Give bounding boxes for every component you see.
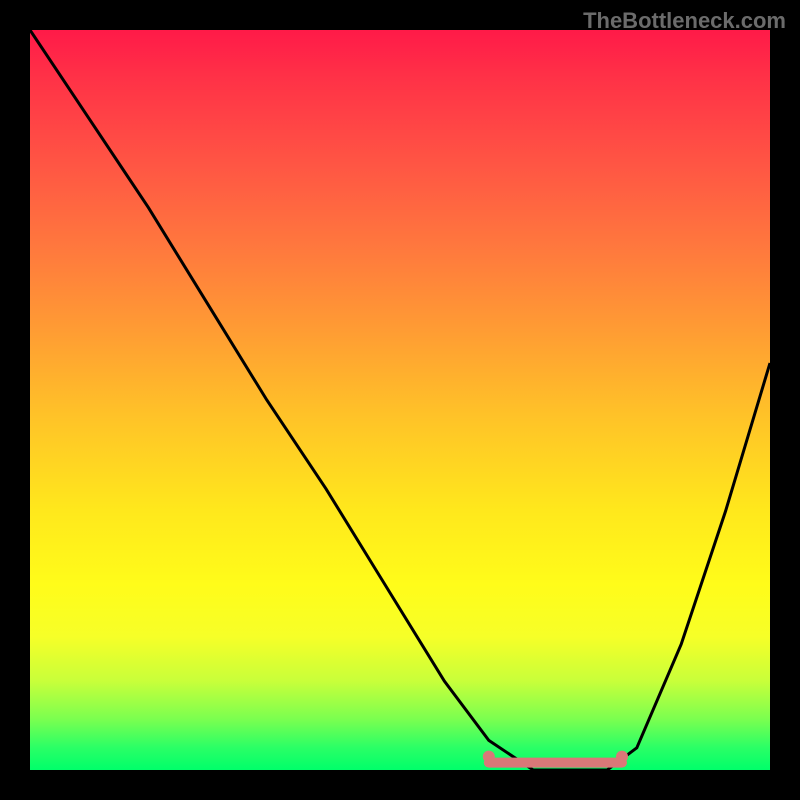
plot-area (30, 30, 770, 770)
watermark-text: TheBottleneck.com (583, 8, 786, 34)
bottleneck-curve-line (30, 30, 770, 770)
chart-container: TheBottleneck.com (0, 0, 800, 800)
curve-svg (30, 30, 770, 770)
